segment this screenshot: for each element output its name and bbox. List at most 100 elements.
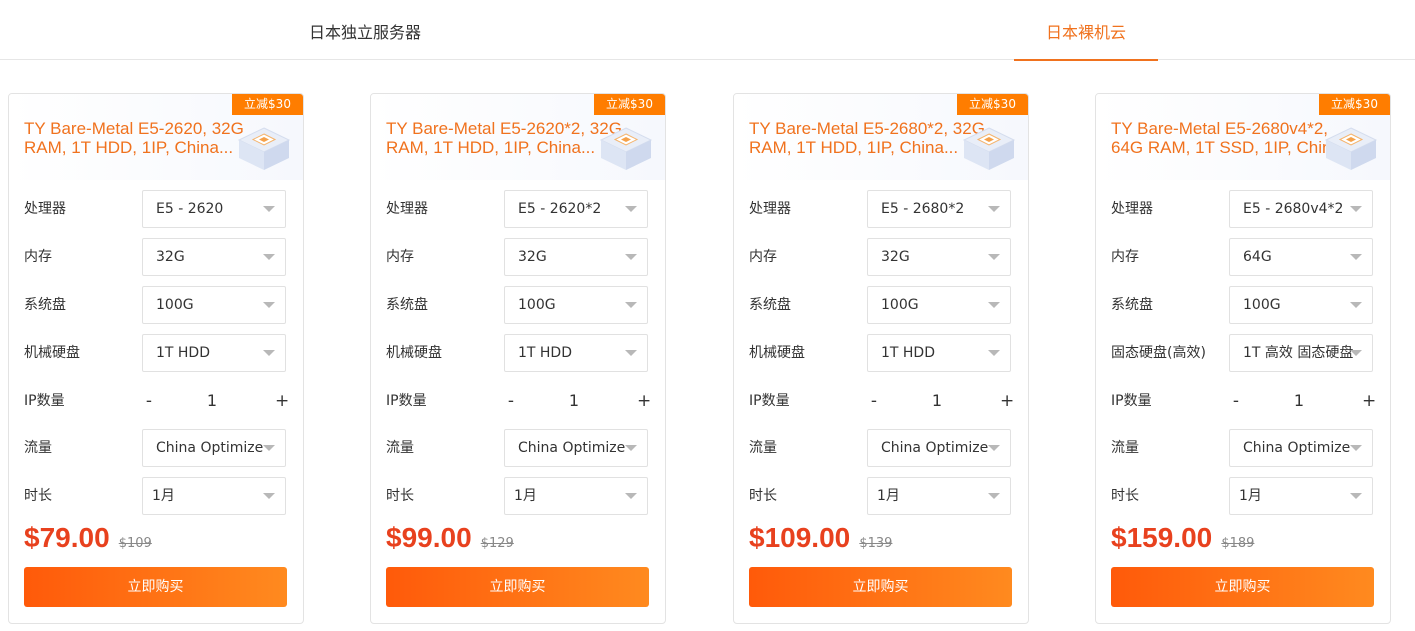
system-disk-select[interactable]: 100G	[867, 286, 1011, 324]
duration-row: 时长 1月	[386, 477, 651, 515]
ip-count-label: IP数量	[749, 393, 790, 409]
duration-value: 1月	[152, 488, 175, 504]
buy-now-button[interactable]: 立即购买	[1111, 567, 1374, 607]
traffic-select[interactable]: China Optimize	[504, 429, 648, 467]
cpu-select[interactable]: E5 - 2680v4*2	[1229, 190, 1373, 228]
price-block: $109.00 $139	[749, 522, 892, 558]
decrement-button[interactable]: -	[504, 382, 518, 420]
disk-select[interactable]: 1T HDD	[142, 334, 286, 372]
decrement-button[interactable]: -	[867, 382, 881, 420]
duration-select[interactable]: 1月	[867, 477, 1011, 515]
discount-badge: 立减$30	[232, 94, 303, 115]
ip-quantity-value[interactable]: 1	[1279, 382, 1319, 420]
dropdown-arrow-icon	[625, 350, 637, 356]
buy-now-button[interactable]: 立即购买	[24, 567, 287, 607]
ram-row: 内存 64G	[1111, 238, 1376, 276]
buy-now-button[interactable]: 立即购买	[749, 567, 1012, 607]
duration-select[interactable]: 1月	[504, 477, 648, 515]
dropdown-arrow-icon	[1350, 254, 1362, 260]
system-disk-row: 系统盘 100G	[1111, 286, 1376, 324]
system-disk-label: 系统盘	[386, 297, 428, 313]
ram-label: 内存	[386, 249, 414, 265]
ram-select[interactable]: 32G	[142, 238, 286, 276]
dropdown-arrow-icon	[1350, 206, 1362, 212]
product-title: TY Bare-Metal E5-2620*2, 32G RAM, 1T HDD…	[386, 119, 622, 157]
duration-row: 时长 1月	[24, 477, 289, 515]
cpu-row: 处理器 E5 - 2680v4*2	[1111, 190, 1376, 228]
system-disk-label: 系统盘	[1111, 297, 1153, 313]
product-card: TY Bare-Metal E5-2620, 32G RAM, 1T HDD, …	[8, 93, 304, 624]
cpu-row: 处理器 E5 - 2620*2	[386, 190, 651, 228]
ram-select[interactable]: 32G	[867, 238, 1011, 276]
server-icon	[235, 124, 293, 174]
tab-japan-bare-metal-cloud[interactable]: 日本裸机云	[1014, 0, 1158, 61]
disk-row: 机械硬盘 1T HDD	[386, 334, 651, 372]
ip-count-row: IP数量 - 1 +	[749, 382, 1014, 420]
price-block: $159.00 $189	[1111, 522, 1254, 558]
system-disk-row: 系统盘 100G	[24, 286, 289, 324]
dropdown-arrow-icon	[625, 493, 637, 499]
card-header: TY Bare-Metal E5-2680*2, 32G RAM, 1T HDD…	[734, 94, 1028, 180]
duration-select[interactable]: 1月	[142, 477, 286, 515]
duration-row: 时长 1月	[1111, 477, 1376, 515]
system-disk-select[interactable]: 100G	[1229, 286, 1373, 324]
cpu-row: 处理器 E5 - 2620	[24, 190, 289, 228]
system-disk-select[interactable]: 100G	[142, 286, 286, 324]
traffic-select[interactable]: China Optimize	[142, 429, 286, 467]
cpu-select[interactable]: E5 - 2620	[142, 190, 286, 228]
duration-row: 时长 1月	[749, 477, 1014, 515]
traffic-value: China Optimize	[1243, 440, 1351, 456]
traffic-select[interactable]: China Optimize	[1229, 429, 1373, 467]
system-disk-value: 100G	[156, 297, 194, 313]
disk-value: 1T HDD	[518, 345, 572, 361]
dropdown-arrow-icon	[988, 350, 1000, 356]
dropdown-arrow-icon	[263, 302, 275, 308]
dropdown-arrow-icon	[625, 206, 637, 212]
traffic-row: 流量 China Optimize	[24, 429, 289, 467]
decrement-button[interactable]: -	[1229, 382, 1243, 420]
original-price: $109	[118, 536, 152, 551]
ip-quantity-value[interactable]: 1	[192, 382, 232, 420]
ip-quantity-value[interactable]: 1	[554, 382, 594, 420]
increment-button[interactable]: +	[1000, 382, 1014, 420]
disk-row: 机械硬盘 1T HDD	[24, 334, 289, 372]
server-icon	[1322, 124, 1380, 174]
traffic-label: 流量	[1111, 440, 1139, 456]
increment-button[interactable]: +	[637, 382, 651, 420]
tab-japan-dedicated-server[interactable]: 日本独立服务器	[290, 0, 440, 60]
increment-button[interactable]: +	[275, 382, 289, 420]
ram-select[interactable]: 64G	[1229, 238, 1373, 276]
ram-value: 64G	[1243, 249, 1272, 265]
product-card: TY Bare-Metal E5-2680v4*2, 64G RAM, 1T S…	[1095, 93, 1391, 624]
ip-quantity-value[interactable]: 1	[917, 382, 957, 420]
disk-select[interactable]: 1T HDD	[867, 334, 1011, 372]
duration-select[interactable]: 1月	[1229, 477, 1373, 515]
duration-value: 1月	[1239, 488, 1262, 504]
traffic-select[interactable]: China Optimize	[867, 429, 1011, 467]
cpu-label: 处理器	[749, 201, 791, 217]
disk-select[interactable]: 1T 高效 固态硬盘	[1229, 334, 1373, 372]
server-illustration	[237, 127, 291, 170]
cpu-value: E5 - 2680*2	[881, 201, 965, 217]
dropdown-arrow-icon	[263, 254, 275, 260]
disk-row: 机械硬盘 1T HDD	[749, 334, 1014, 372]
cpu-label: 处理器	[24, 201, 66, 217]
decrement-button[interactable]: -	[142, 382, 156, 420]
original-price: $139	[859, 536, 893, 551]
cpu-select[interactable]: E5 - 2620*2	[504, 190, 648, 228]
increment-button[interactable]: +	[1362, 382, 1376, 420]
traffic-row: 流量 China Optimize	[386, 429, 651, 467]
disk-select[interactable]: 1T HDD	[504, 334, 648, 372]
ram-select[interactable]: 32G	[504, 238, 648, 276]
price-block: $79.00 $109	[24, 522, 152, 558]
ip-quantity-stepper: - 1 +	[142, 382, 289, 420]
system-disk-row: 系统盘 100G	[386, 286, 651, 324]
buy-now-button[interactable]: 立即购买	[386, 567, 649, 607]
system-disk-select[interactable]: 100G	[504, 286, 648, 324]
price-block: $99.00 $129	[386, 522, 514, 558]
cpu-select[interactable]: E5 - 2680*2	[867, 190, 1011, 228]
traffic-label: 流量	[24, 440, 52, 456]
server-illustration	[599, 127, 653, 170]
ram-label: 内存	[1111, 249, 1139, 265]
ram-value: 32G	[156, 249, 185, 265]
